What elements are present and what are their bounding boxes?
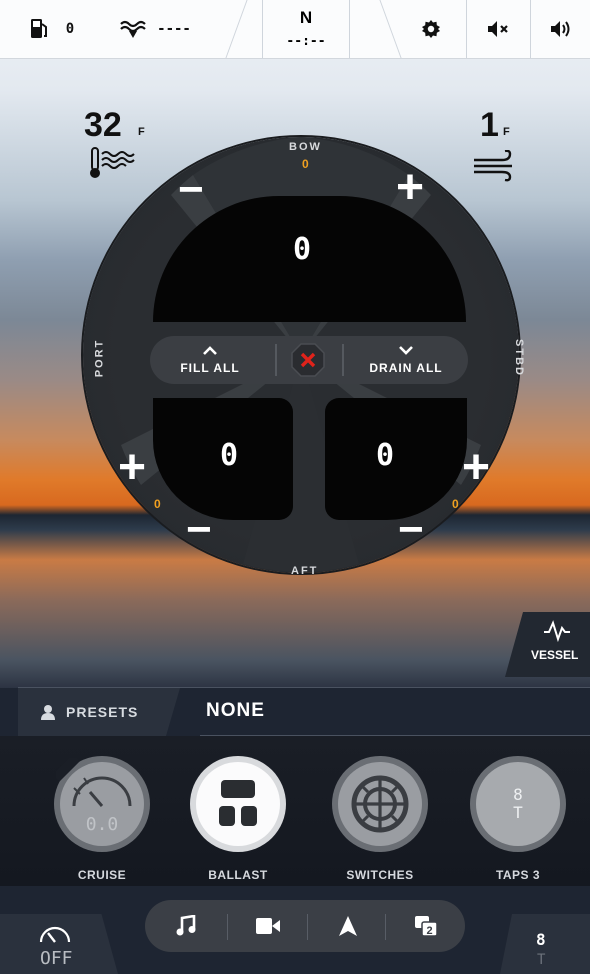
stbd-plus-button[interactable]: + bbox=[462, 444, 490, 492]
switches-label: SWITCHES bbox=[346, 868, 414, 882]
port-label: PORT bbox=[93, 338, 106, 378]
bow-level: 0 bbox=[302, 157, 309, 171]
top-status-bar: 0 ---- N --:-- bbox=[0, 0, 590, 59]
clock-value: --:-- bbox=[286, 34, 326, 49]
navigation-button[interactable] bbox=[309, 900, 387, 952]
app-ballast[interactable]: BALLAST bbox=[188, 756, 288, 882]
mute-button[interactable] bbox=[470, 0, 528, 58]
taps-icon: 8 T bbox=[470, 756, 566, 852]
video-camera-icon bbox=[256, 918, 280, 934]
second-screen-button[interactable]: 2 bbox=[387, 900, 465, 952]
chevron-up-icon bbox=[203, 345, 217, 355]
gear-icon bbox=[422, 20, 440, 38]
stop-x-icon bbox=[291, 343, 325, 377]
ballast-icon bbox=[190, 756, 286, 852]
stbd-minus-button[interactable]: − bbox=[398, 508, 424, 552]
bow-minus-button[interactable]: − bbox=[178, 168, 204, 212]
navigation-arrow-icon bbox=[339, 916, 357, 936]
media-nav-bar: 2 bbox=[145, 900, 465, 952]
chevron-down-icon bbox=[399, 345, 413, 355]
divider bbox=[225, 0, 248, 58]
divider bbox=[466, 0, 467, 58]
person-icon bbox=[40, 704, 56, 720]
taps-display-bottom: T bbox=[513, 803, 523, 822]
cruise-corner-button[interactable]: OFF bbox=[0, 914, 118, 974]
divider bbox=[18, 687, 590, 688]
port-level: 0 bbox=[154, 497, 161, 511]
drain-all-label: DRAIN ALL bbox=[369, 360, 443, 375]
preset-value: NONE bbox=[206, 700, 265, 721]
cruise-display: 0.0 bbox=[85, 814, 119, 835]
taps-corner-value: 8 bbox=[536, 930, 546, 949]
fill-drain-bar: FILL ALL DRAIN ALL bbox=[150, 336, 468, 384]
cruise-icon: 0.0 bbox=[54, 756, 150, 852]
taps-corner-button[interactable]: 8 T bbox=[500, 914, 590, 974]
app-switches[interactable]: SWITCHES bbox=[330, 756, 430, 882]
presets-button[interactable]: PRESETS bbox=[18, 688, 180, 736]
divider bbox=[342, 344, 344, 376]
music-button[interactable] bbox=[147, 900, 225, 952]
bow-label: BOW bbox=[289, 141, 322, 153]
stbd-label: STBD bbox=[512, 339, 525, 377]
divider bbox=[307, 914, 308, 940]
divider bbox=[275, 344, 277, 376]
divider bbox=[530, 0, 531, 58]
ballast-label: BALLAST bbox=[208, 868, 268, 882]
presets-label: PRESETS bbox=[66, 704, 139, 720]
vessel-label: VESSEL bbox=[531, 648, 579, 662]
heading-tab: N --:-- bbox=[262, 0, 350, 58]
drain-all-button[interactable]: DRAIN ALL bbox=[346, 336, 466, 384]
divider bbox=[379, 0, 402, 58]
depth-icon bbox=[118, 0, 148, 58]
divider bbox=[227, 914, 228, 940]
taps-display-top: 8 bbox=[513, 785, 523, 804]
speaker-icon bbox=[551, 21, 570, 37]
camera-button[interactable] bbox=[229, 900, 307, 952]
port-minus-button[interactable]: − bbox=[186, 508, 212, 552]
taps-corner-unit: T bbox=[537, 952, 546, 968]
app-taps[interactable]: 8 T TAPS 3 bbox=[468, 756, 568, 882]
divider bbox=[385, 914, 386, 940]
cruise-status: OFF bbox=[40, 948, 73, 969]
bow-plus-button[interactable]: + bbox=[396, 164, 424, 212]
fuel-icon bbox=[24, 0, 54, 58]
svg-text:2: 2 bbox=[426, 925, 432, 937]
fuel-value: 0 bbox=[65, 21, 75, 37]
music-note-icon bbox=[176, 915, 196, 936]
stbd-tank-value: 0 bbox=[376, 438, 395, 473]
waveform-icon bbox=[544, 620, 570, 642]
fill-all-button[interactable]: FILL ALL bbox=[150, 336, 270, 384]
mute-icon bbox=[488, 21, 508, 37]
switches-icon bbox=[332, 756, 428, 852]
depth-value: ---- bbox=[157, 21, 191, 37]
cruise-label: CRUISE bbox=[77, 868, 127, 882]
screen-two-icon: 2 bbox=[415, 916, 438, 937]
bow-tank-value: 0 bbox=[293, 232, 312, 267]
volume-button[interactable] bbox=[534, 0, 590, 58]
heading-value: N bbox=[299, 8, 313, 27]
stop-all-button[interactable] bbox=[286, 342, 330, 378]
settings-gear-button[interactable] bbox=[408, 0, 454, 58]
port-tank-value: 0 bbox=[220, 438, 239, 473]
port-plus-button[interactable]: + bbox=[118, 444, 146, 492]
taps-label: TAPS 3 bbox=[495, 868, 541, 882]
aft-label: AFT bbox=[291, 565, 319, 577]
fill-all-label: FILL ALL bbox=[180, 360, 240, 375]
stbd-level: 0 bbox=[452, 497, 459, 511]
app-cruise[interactable]: 0.0 CRUISE bbox=[52, 756, 152, 882]
speedometer-icon bbox=[39, 926, 71, 943]
